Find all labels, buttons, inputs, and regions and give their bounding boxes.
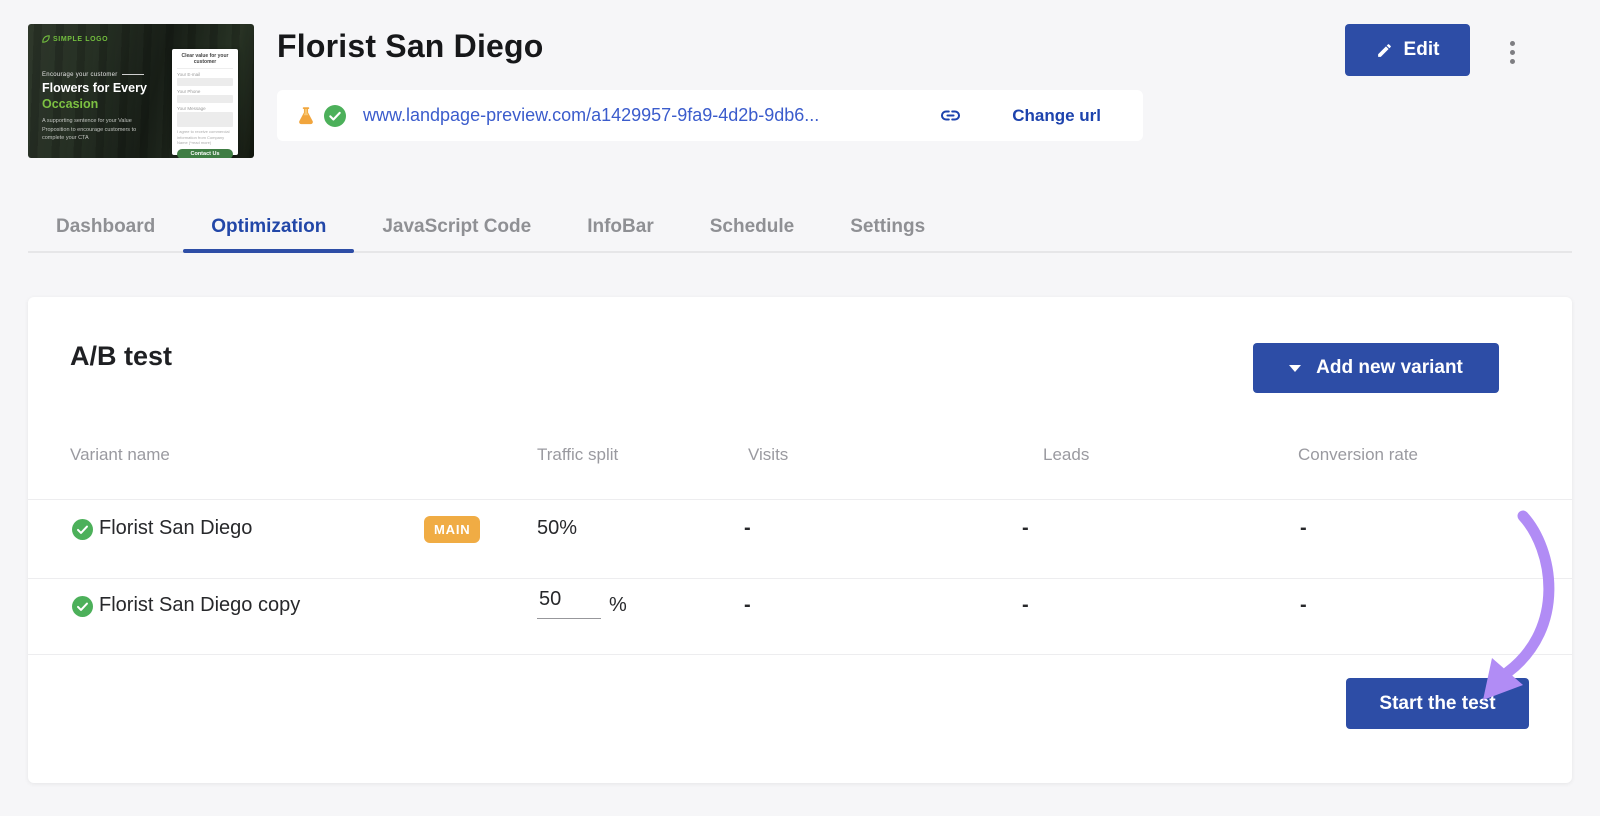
start-test-button[interactable]: Start the test bbox=[1346, 678, 1529, 729]
visits-value: - bbox=[744, 517, 751, 540]
thumbnail-body-copy: A supporting sentence for your Value Pro… bbox=[42, 117, 146, 143]
section-title: A/B test bbox=[70, 341, 172, 372]
tab-bar: Dashboard Optimization JavaScript Code I… bbox=[28, 203, 1572, 253]
thumbnail-kicker: Encourage your customer bbox=[42, 72, 144, 78]
tab-infobar[interactable]: InfoBar bbox=[559, 203, 682, 251]
thumbnail-form-label: Your E-mail bbox=[177, 72, 233, 77]
flask-icon bbox=[295, 105, 317, 127]
column-header-visits: Visits bbox=[748, 445, 788, 465]
thumbnail-form-label: Your Message bbox=[177, 106, 233, 111]
edit-button[interactable]: Edit bbox=[1345, 24, 1470, 76]
caret-down-icon bbox=[1289, 365, 1301, 372]
divider bbox=[28, 578, 1572, 579]
tab-javascript-code[interactable]: JavaScript Code bbox=[354, 203, 559, 251]
page: SIMPLE LOGO Encourage your customer Flow… bbox=[0, 0, 1600, 816]
ab-test-card: A/B test Add new variant Variant name Tr… bbox=[28, 297, 1572, 783]
page-title: Florist San Diego bbox=[277, 28, 544, 65]
edit-button-label: Edit bbox=[1404, 39, 1440, 61]
variant-name: Florist San Diego bbox=[99, 517, 252, 540]
thumbnail-subheadline: Occasion bbox=[42, 97, 98, 111]
tab-schedule[interactable]: Schedule bbox=[682, 203, 822, 251]
column-header-variant-name: Variant name bbox=[70, 445, 170, 465]
column-header-traffic-split: Traffic split bbox=[537, 445, 618, 465]
thumbnail-form-input bbox=[177, 95, 233, 103]
thumbnail-form-label: Your Phone bbox=[177, 89, 233, 94]
thumbnail-logo: SIMPLE LOGO bbox=[42, 35, 108, 43]
divider bbox=[28, 654, 1572, 655]
column-header-conversion-rate: Conversion rate bbox=[1298, 445, 1418, 465]
tab-optimization[interactable]: Optimization bbox=[183, 203, 354, 251]
thumbnail-form-input bbox=[177, 78, 233, 86]
thumbnail-form-heading: Clear value for your customer bbox=[177, 53, 233, 69]
thumbnail-form: Clear value for your customer Your E-mai… bbox=[172, 49, 238, 155]
url-bar: www.landpage-preview.com/a1429957-9fa9-4… bbox=[277, 90, 1143, 141]
pencil-icon bbox=[1376, 42, 1393, 59]
variant-status-icon bbox=[72, 596, 93, 617]
check-circle-icon bbox=[324, 105, 346, 127]
thumbnail-contact-button: Contact Us bbox=[177, 149, 233, 158]
column-header-leads: Leads bbox=[1043, 445, 1089, 465]
landing-page-thumbnail[interactable]: SIMPLE LOGO Encourage your customer Flow… bbox=[28, 24, 254, 158]
add-variant-label: Add new variant bbox=[1316, 357, 1463, 379]
change-url-link[interactable]: Change url bbox=[1012, 106, 1101, 126]
divider bbox=[28, 499, 1572, 500]
main-badge: MAIN bbox=[424, 516, 480, 543]
traffic-split-input[interactable] bbox=[537, 588, 601, 619]
traffic-split-value: 50% bbox=[537, 517, 577, 540]
visits-value: - bbox=[744, 594, 751, 617]
variant-status-icon bbox=[72, 519, 93, 540]
kebab-menu-icon[interactable] bbox=[1502, 35, 1522, 69]
conversion-rate-value: - bbox=[1300, 594, 1307, 617]
leads-value: - bbox=[1022, 517, 1029, 540]
page-url-link[interactable]: www.landpage-preview.com/a1429957-9fa9-4… bbox=[363, 105, 819, 126]
link-icon[interactable] bbox=[939, 104, 962, 127]
conversion-rate-value: - bbox=[1300, 517, 1307, 540]
tab-dashboard[interactable]: Dashboard bbox=[28, 203, 183, 251]
thumbnail-form-consent: I agree to receive commercial informatio… bbox=[177, 129, 233, 146]
leads-value: - bbox=[1022, 594, 1029, 617]
tab-settings[interactable]: Settings bbox=[822, 203, 953, 251]
leaf-icon bbox=[42, 35, 50, 43]
thumbnail-headline: Flowers for Every bbox=[42, 81, 147, 95]
percent-sign: % bbox=[609, 594, 627, 617]
thumbnail-form-textarea bbox=[177, 112, 233, 127]
variant-name: Florist San Diego copy bbox=[99, 594, 300, 617]
add-variant-button[interactable]: Add new variant bbox=[1253, 343, 1499, 393]
